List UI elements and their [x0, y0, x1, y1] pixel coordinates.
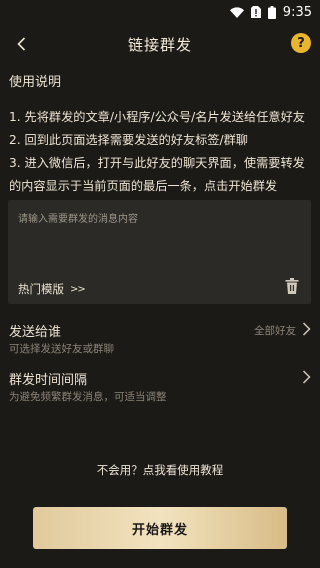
- no-sim-icon: [250, 6, 261, 18]
- help-button[interactable]: ?: [291, 33, 311, 53]
- wifi-icon: [229, 6, 244, 18]
- chevron-right-icon: [302, 370, 311, 384]
- instructions-title: 使用说明: [9, 75, 62, 90]
- hot-templates-link[interactable]: 热门模版 >>: [18, 281, 86, 297]
- instructions-list: 1. 先将群发的文章/小程序/公众号/名片发送给任意好友 2. 回到此页面选择需…: [9, 106, 316, 198]
- message-input[interactable]: [18, 209, 298, 229]
- header: 链接群发 ?: [0, 24, 320, 64]
- send-to-row[interactable]: 发送给谁 可选择发送好友或群聊 全部好友: [0, 321, 320, 361]
- back-arrow-icon: [16, 37, 25, 51]
- start-broadcast-button[interactable]: 开始群发: [33, 507, 287, 549]
- send-to-value: 全部好友: [254, 325, 296, 337]
- send-to-hint: 可选择发送好友或群聊: [9, 343, 114, 355]
- chevron-right-icon: [302, 322, 311, 336]
- trash-icon[interactable]: [285, 278, 299, 294]
- instruction-line: 1. 先将群发的文章/小程序/公众号/名片发送给任意好友: [9, 110, 305, 124]
- status-time: 9:35: [282, 4, 312, 20]
- tutorial-link[interactable]: 不会用？点我看使用教程: [0, 462, 320, 478]
- interval-row[interactable]: 群发时间间隔 为避免频繁群发消息，可适当调整: [0, 369, 320, 409]
- hot-templates-label: 热门模版: [18, 282, 64, 296]
- status-bar: 9:35: [0, 0, 320, 24]
- send-to-label: 发送给谁: [9, 325, 62, 340]
- double-chevron-icon: >>: [70, 283, 86, 295]
- instruction-line: 3. 进入微信后，打开与此好友的聊天界面，使需要转发: [9, 156, 305, 170]
- back-button[interactable]: [10, 32, 32, 56]
- battery-icon: [267, 5, 276, 19]
- instruction-line: 的内容显示于当前页面的最后一条，点击开始群发: [9, 179, 278, 193]
- interval-label: 群发时间间隔: [9, 373, 88, 388]
- page-title: 链接群发: [127, 35, 192, 54]
- interval-hint: 为避免频繁群发消息，可适当调整: [9, 391, 167, 403]
- message-box: 热门模版 >>: [8, 200, 311, 304]
- instruction-line: 2. 回到此页面选择需要发送的好友标签/群聊: [9, 133, 248, 147]
